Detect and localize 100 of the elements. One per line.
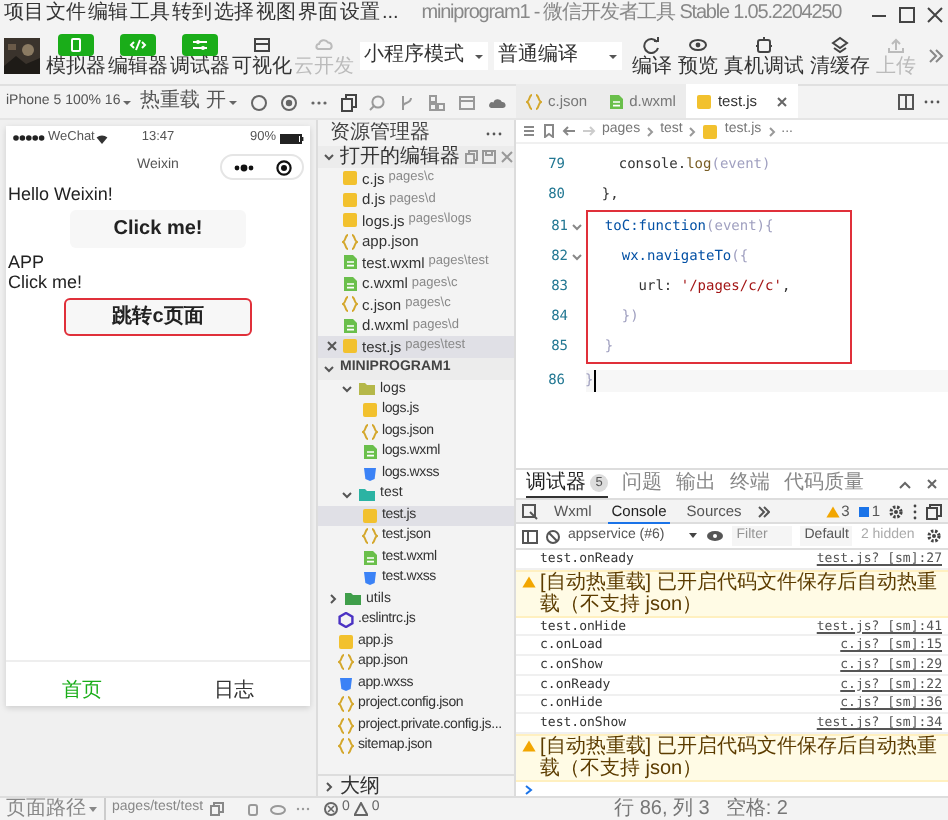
capsule-button[interactable] (220, 154, 304, 180)
menu-item[interactable]: 文件 (46, 2, 86, 26)
record-icon[interactable] (279, 93, 298, 111)
chevrons-icon[interactable] (757, 505, 770, 517)
more-icon[interactable] (486, 129, 502, 137)
menu-item[interactable]: 工具 (130, 2, 170, 26)
copy-icon (464, 150, 478, 164)
body-text: Click me! (6, 272, 85, 293)
panel-title: 资源管理器 (330, 121, 430, 145)
chevrons-icon[interactable] (928, 48, 944, 64)
window-icon (252, 36, 272, 54)
tab-bar-item[interactable]: 日志 (158, 680, 310, 702)
toolbar-button[interactable]: 清缓存 (810, 35, 870, 77)
mode-button[interactable]: 模拟器 (46, 34, 106, 78)
indentation[interactable]: 空格: 2 (725, 798, 788, 820)
settings-icon[interactable] (888, 503, 904, 519)
document-icon (342, 317, 358, 334)
warning-icon (522, 575, 536, 588)
toolbar-button[interactable]: 预览 (678, 35, 718, 77)
block-icon[interactable] (546, 529, 560, 543)
phone-icon (66, 36, 86, 54)
menu-item[interactable]: 设置 (340, 2, 380, 26)
caret-icon (608, 51, 618, 61)
braces-icon (342, 296, 358, 313)
file-icon (362, 402, 378, 419)
toolbar-button[interactable]: 真机调试 (724, 35, 804, 77)
warning-icon (522, 740, 536, 753)
settings-icon[interactable] (926, 528, 942, 544)
document-icon (362, 549, 378, 566)
back-arrow-icon[interactable] (562, 124, 576, 138)
close-icon[interactable] (775, 95, 788, 107)
dropdown[interactable]: 小程序模式 (360, 42, 488, 70)
braces-icon (338, 717, 354, 734)
page-button[interactable]: 跳转c页面 (64, 297, 252, 335)
circle-icon[interactable] (249, 93, 268, 111)
close-icon[interactable] (926, 5, 944, 23)
eye-icon[interactable] (706, 530, 725, 542)
braces-icon (338, 738, 354, 755)
document-icon (342, 275, 358, 292)
search-icon[interactable] (368, 93, 387, 111)
braces-icon (362, 528, 378, 545)
debugger-tab[interactable]: 输出 (676, 472, 716, 496)
window-title: miniprogram1 - 微信开发者工具 Stable 1.05.2204250 (419, 2, 844, 26)
kebab-icon[interactable] (912, 503, 918, 519)
menu-item[interactable]: 编辑 (88, 2, 128, 26)
close-icon (500, 150, 514, 164)
file-icon (362, 507, 378, 524)
prompt-icon[interactable] (524, 784, 534, 796)
hexagon-icon (338, 612, 354, 629)
warning-message: [自动热重载] 已开启代码文件保存后自动热重载（不支持 json） (540, 571, 939, 616)
copy-icon[interactable] (339, 93, 358, 111)
dock-icon[interactable] (926, 503, 942, 519)
body-text: Hello Weixin! (6, 184, 115, 205)
caret-icon (474, 51, 484, 61)
grid-icon[interactable] (428, 93, 447, 111)
sidebar-icon[interactable] (522, 529, 538, 543)
maximize-icon[interactable] (898, 5, 916, 23)
branch-icon[interactable] (398, 93, 417, 111)
menu-item[interactable]: 选择 (214, 2, 254, 26)
inspect-icon[interactable] (522, 503, 538, 519)
fold-icon[interactable] (572, 222, 582, 232)
menu-item[interactable]: 视图 (256, 2, 296, 26)
menu-item[interactable]: 项目 (4, 2, 44, 26)
menu-item[interactable]: 界面 (298, 2, 338, 26)
split-icon[interactable] (898, 94, 914, 110)
close-icon[interactable] (926, 478, 938, 490)
fold-icon[interactable] (572, 252, 582, 262)
braces-icon (342, 233, 358, 250)
bookmark-icon[interactable] (542, 124, 556, 138)
page-button[interactable]: Click me! (70, 209, 246, 247)
debugger-tab[interactable]: 终端 (730, 472, 770, 496)
chevron-up-icon[interactable] (898, 479, 912, 489)
mode-button[interactable]: 可视化 (232, 34, 292, 78)
toolbar-button[interactable]: 编译 (632, 35, 672, 77)
section-header[interactable]: 打开的编辑器 (318, 146, 514, 168)
braces-icon (338, 654, 354, 671)
menu-item[interactable]: ... (382, 2, 399, 26)
chevron-icon (340, 487, 354, 502)
close-icon[interactable] (326, 340, 338, 353)
mode-button[interactable]: 调试器 (170, 34, 230, 78)
menu-item[interactable]: 转到 (172, 2, 212, 26)
cloud-icon[interactable] (487, 93, 506, 111)
debugger-tab[interactable]: 代码质量 (784, 472, 864, 496)
list-icon[interactable] (522, 124, 536, 138)
mode-button[interactable]: 编辑器 (108, 34, 168, 78)
file-icon (338, 633, 354, 650)
cloud-icon (314, 36, 334, 54)
warning-message: [自动热重载] 已开启代码文件保存后自动热重载（不支持 json） (540, 736, 939, 781)
warning-icon (353, 802, 368, 816)
window-icon[interactable] (458, 93, 477, 111)
debugger-tab[interactable]: 问题 (622, 472, 662, 496)
caret-icon (88, 805, 98, 813)
mode-button: 云开发 (294, 34, 354, 78)
braces-icon (338, 696, 354, 713)
cursor-position[interactable]: 行 86, 列 3 (614, 798, 710, 820)
document-icon (607, 93, 624, 109)
document-icon (342, 254, 358, 271)
dropdown[interactable]: 普通编译 (494, 42, 622, 70)
hot-reload-select[interactable]: 热重载 开 (140, 90, 238, 114)
message-icon (857, 505, 870, 517)
